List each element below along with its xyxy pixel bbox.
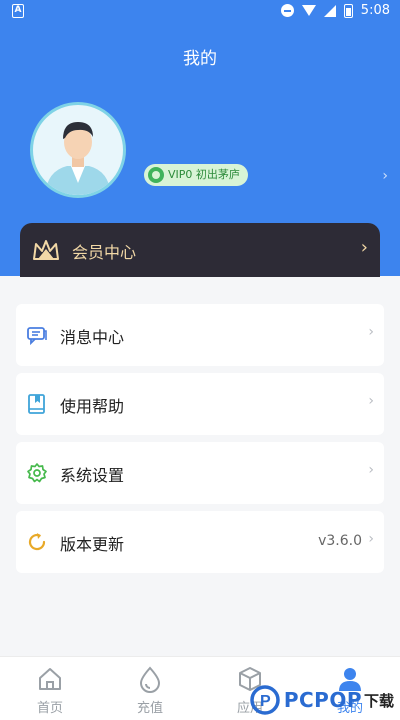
status-bar: A 5:08 bbox=[0, 0, 400, 24]
chevron-right-icon: › bbox=[368, 462, 374, 478]
vip-icon bbox=[148, 167, 164, 183]
tab-label: 首页 bbox=[36, 701, 63, 716]
gear-icon bbox=[26, 462, 48, 484]
watermark-logo: P PCPOP 下载 bbox=[250, 682, 394, 718]
book-icon bbox=[26, 393, 48, 415]
wifi-icon bbox=[301, 5, 316, 16]
tab-recharge[interactable]: 充值 bbox=[100, 657, 200, 720]
vip-level-badge[interactable]: VIP0 初出茅庐 bbox=[144, 164, 248, 186]
chevron-right-icon: › bbox=[368, 324, 374, 340]
menu-item-label: 消息中心 bbox=[60, 328, 125, 347]
menu-item-help[interactable]: 使用帮助 › bbox=[16, 373, 384, 435]
member-center-label: 会员中心 bbox=[72, 243, 137, 262]
profile-chevron-icon[interactable]: › bbox=[382, 168, 388, 184]
menu-item-label: 系统设置 bbox=[60, 466, 125, 485]
do-not-disturb-icon bbox=[280, 4, 294, 17]
avatar[interactable] bbox=[30, 102, 126, 198]
page-title: 我的 bbox=[183, 49, 217, 69]
member-center-card[interactable]: 会员中心 › bbox=[20, 223, 380, 277]
menu-item-version-update[interactable]: 版本更新 v3.6.0 › bbox=[16, 511, 384, 573]
battery-icon bbox=[343, 3, 353, 18]
vip-level-label: VIP0 初出茅庐 bbox=[168, 168, 240, 181]
watermark-cn-text: 下载 bbox=[363, 691, 394, 710]
version-value: v3.6.0 bbox=[318, 533, 362, 549]
menu-item-settings[interactable]: 系统设置 › bbox=[16, 442, 384, 504]
signal-icon bbox=[323, 4, 336, 17]
tab-home[interactable]: 首页 bbox=[0, 657, 100, 720]
message-icon bbox=[26, 324, 48, 346]
chevron-right-icon: › bbox=[368, 393, 374, 409]
menu-item-label: 使用帮助 bbox=[60, 397, 125, 416]
menu-item-messages[interactable]: 消息中心 › bbox=[16, 304, 384, 366]
status-time: 5:08 bbox=[360, 3, 390, 18]
tab-label: 充值 bbox=[136, 701, 163, 716]
crown-icon bbox=[32, 239, 60, 265]
watermark-text: PCPOP bbox=[283, 688, 362, 712]
watermark-p-icon: P bbox=[250, 685, 280, 715]
drop-icon bbox=[136, 665, 164, 693]
svg-text:P: P bbox=[260, 693, 271, 710]
refresh-icon bbox=[26, 531, 48, 553]
user-avatar-icon bbox=[45, 122, 111, 195]
chevron-right-icon: › bbox=[360, 237, 368, 258]
home-icon bbox=[36, 665, 64, 693]
notification-icon: A bbox=[12, 4, 24, 18]
menu-item-label: 版本更新 bbox=[60, 535, 125, 554]
chevron-right-icon: › bbox=[368, 531, 374, 547]
